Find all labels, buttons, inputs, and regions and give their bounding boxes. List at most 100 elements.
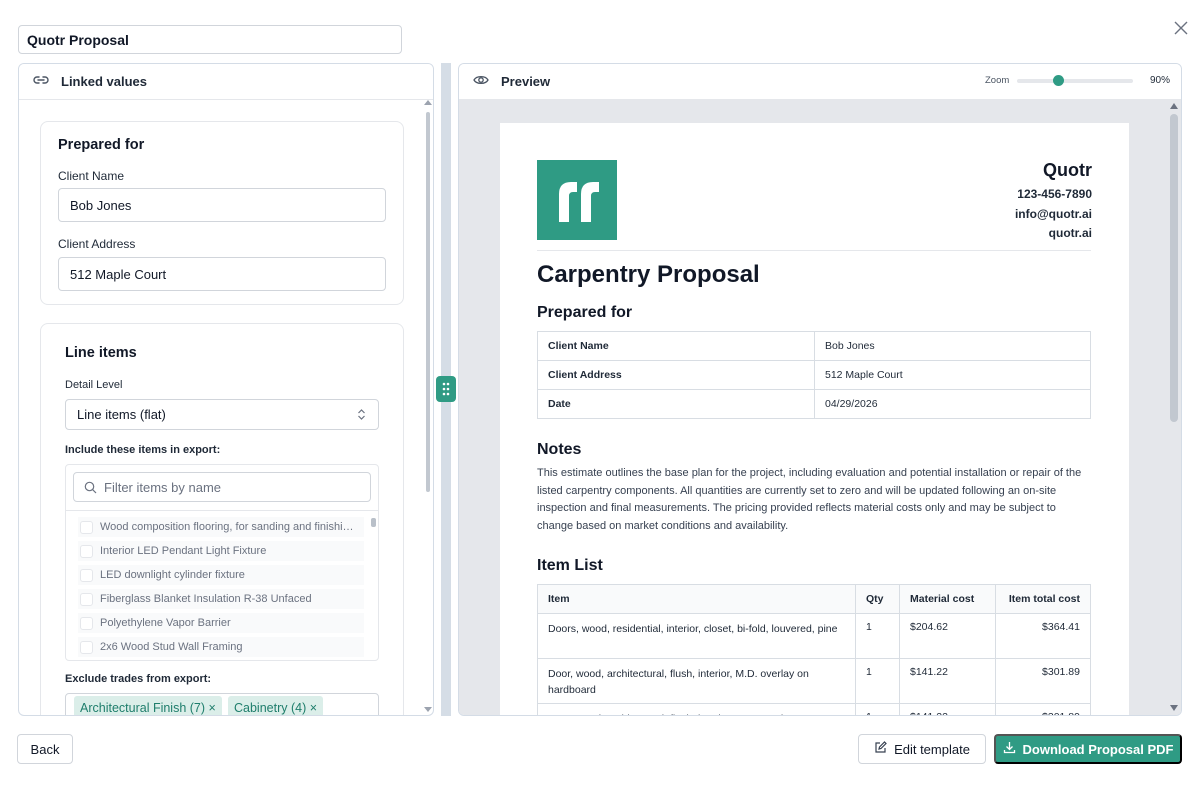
table-row: Date 04/29/2026 — [537, 389, 1091, 419]
scroll-up-arrow[interactable] — [424, 100, 432, 105]
linked-values-scroll[interactable]: Prepared for Client Name Bob Jones Clien… — [19, 100, 433, 715]
scroll-down-arrow[interactable] — [424, 707, 432, 712]
item-label: 2x6 Wood Stud Wall Framing — [100, 641, 243, 653]
client-name-label: Client Name — [58, 169, 125, 183]
header-divider — [537, 250, 1091, 251]
company-phone: 123-456-7890 — [1017, 187, 1092, 201]
item-label: Polyethylene Vapor Barrier — [100, 617, 231, 629]
include-items-label: Include these items in export: — [65, 444, 221, 456]
items-scrollbar[interactable] — [371, 518, 376, 660]
list-item[interactable]: Wood composition flooring, for sanding a… — [78, 517, 364, 537]
client-info-table: Client Name Bob Jones Client Address 512… — [537, 331, 1091, 419]
column-header: Item — [537, 584, 856, 614]
client-address-field[interactable]: 512 Maple Court — [58, 257, 386, 291]
table-row: Door, wood, architectural, flush, interi… — [537, 658, 1091, 704]
table-header-row: Item Qty Material cost Item total cost — [537, 584, 1091, 614]
search-icon — [84, 481, 97, 497]
item-checkbox[interactable] — [80, 520, 93, 534]
table-cell: 1 — [855, 613, 900, 659]
trade-chip-architectural-finish[interactable]: Architectural Finish (7) × — [74, 696, 222, 715]
table-row: Client Name Bob Jones — [537, 331, 1091, 361]
preview-scrollbar-thumb[interactable] — [1170, 114, 1178, 422]
filter-items-input[interactable]: Filter items by name — [73, 472, 371, 502]
line-items-title: Line items — [65, 345, 137, 361]
notes-heading: Notes — [537, 441, 582, 458]
list-item[interactable]: Polyethylene Vapor Barrier — [78, 613, 364, 633]
item-label: Wood composition flooring, for sanding a… — [100, 521, 354, 533]
prepared-for-title: Prepared for — [58, 137, 145, 153]
preview-canvas[interactable]: Quotr 123-456-7890 info@quotr.ai quotr.a… — [459, 100, 1181, 715]
item-label: Interior LED Pendant Light Fixture — [100, 545, 267, 557]
back-button-label: Back — [30, 741, 60, 757]
table-cell: Date — [537, 389, 815, 419]
item-checkbox[interactable] — [80, 592, 93, 606]
back-button[interactable]: Back — [17, 734, 73, 764]
table-cell: $301.89 — [995, 703, 1091, 715]
drag-handle-icon[interactable] — [436, 376, 456, 402]
table-cell: Client Address — [537, 360, 815, 390]
preview-scroll-down-arrow[interactable] — [1170, 705, 1178, 711]
table-row: Doors, wood, residential, interior, clos… — [537, 613, 1091, 659]
edit-template-label: Edit template — [894, 741, 970, 757]
zoom-value: 90% — [1150, 75, 1171, 86]
edit-template-button[interactable]: Edit template — [858, 734, 986, 764]
zoom-slider[interactable] — [1017, 79, 1133, 83]
table-cell: Client Name — [537, 331, 815, 361]
list-item[interactable]: LED downlight cylinder fixture — [78, 565, 364, 585]
chevron-updown-icon — [357, 408, 366, 424]
link-icon — [33, 73, 61, 90]
company-website: quotr.ai — [1048, 226, 1092, 240]
client-address-value: 512 Maple Court — [70, 266, 167, 282]
table-cell: Doors, wood, residential, interior, clos… — [537, 613, 856, 659]
company-name: Quotr — [1043, 160, 1092, 180]
download-proposal-label: Download Proposal PDF — [1022, 741, 1174, 757]
list-item[interactable]: Interior LED Pendant Light Fixture — [78, 541, 364, 561]
preview-title: Preview — [501, 74, 551, 89]
item-list-table: Item Qty Material cost Item total cost D… — [537, 584, 1091, 715]
zoom-label: Zoom — [985, 75, 1010, 86]
table-cell: 512 Maple Court — [814, 360, 1091, 390]
edit-icon — [874, 741, 894, 757]
item-checkbox[interactable] — [80, 616, 93, 630]
item-label: LED downlight cylinder fixture — [100, 569, 245, 581]
table-cell: 1 — [855, 703, 900, 715]
item-label: Fiberglass Blanket Insulation R-38 Unfac… — [100, 593, 312, 605]
table-row: Door, wood, architectural, flush, interi… — [537, 703, 1091, 715]
item-checkbox[interactable] — [80, 544, 93, 558]
download-icon — [1003, 741, 1023, 757]
linked-values-title: Linked values — [61, 74, 147, 89]
table-cell: $141.22 — [899, 703, 996, 715]
table-cell: $141.22 — [899, 658, 996, 704]
download-proposal-button[interactable]: Download Proposal PDF — [994, 734, 1182, 764]
list-item[interactable]: Fiberglass Blanket Insulation R-38 Unfac… — [78, 589, 364, 609]
item-list-heading: Item List — [537, 557, 603, 574]
column-header: Material cost — [899, 584, 996, 614]
preview-scroll-up-arrow[interactable] — [1170, 103, 1178, 109]
detail-level-label: Detail Level — [65, 379, 123, 391]
item-checkbox[interactable] — [80, 568, 93, 582]
client-name-field[interactable]: Bob Jones — [58, 188, 386, 222]
company-contact: Quotr 123-456-7890 info@quotr.ai quotr.a… — [1015, 160, 1092, 244]
proposal-title-input[interactable] — [18, 25, 402, 54]
column-header: Qty — [855, 584, 900, 614]
table-cell: $364.41 — [995, 613, 1091, 659]
proposal-document: Quotr 123-456-7890 info@quotr.ai quotr.a… — [500, 123, 1129, 715]
prepared-for-card: Prepared for Client Name Bob Jones Clien… — [40, 121, 404, 305]
company-logo — [537, 160, 617, 240]
items-scrollbar-thumb[interactable] — [371, 518, 376, 527]
document-title: Carpentry Proposal — [537, 261, 760, 288]
exclude-trades-field[interactable]: Architectural Finish (7) × Cabinetry (4)… — [65, 693, 379, 715]
detail-level-value: Line items (flat) — [77, 407, 166, 422]
detail-level-select[interactable]: Line items (flat) — [65, 399, 379, 430]
item-checkbox[interactable] — [80, 640, 93, 654]
eye-icon — [473, 74, 501, 89]
left-scrollbar-thumb[interactable] — [426, 112, 430, 492]
linked-values-header: Linked values — [19, 64, 433, 100]
client-address-label: Client Address — [58, 237, 136, 251]
exclude-trades-label: Exclude trades from export: — [65, 673, 212, 685]
table-cell: Bob Jones — [814, 331, 1091, 361]
preview-panel: Preview Quotr 123-456-7890 info@quotr.ai… — [458, 63, 1182, 716]
trade-chip-cabinetry[interactable]: Cabinetry (4) × — [228, 696, 324, 715]
list-item[interactable]: 2x6 Wood Stud Wall Framing — [78, 637, 364, 657]
close-icon[interactable] — [1170, 18, 1192, 40]
